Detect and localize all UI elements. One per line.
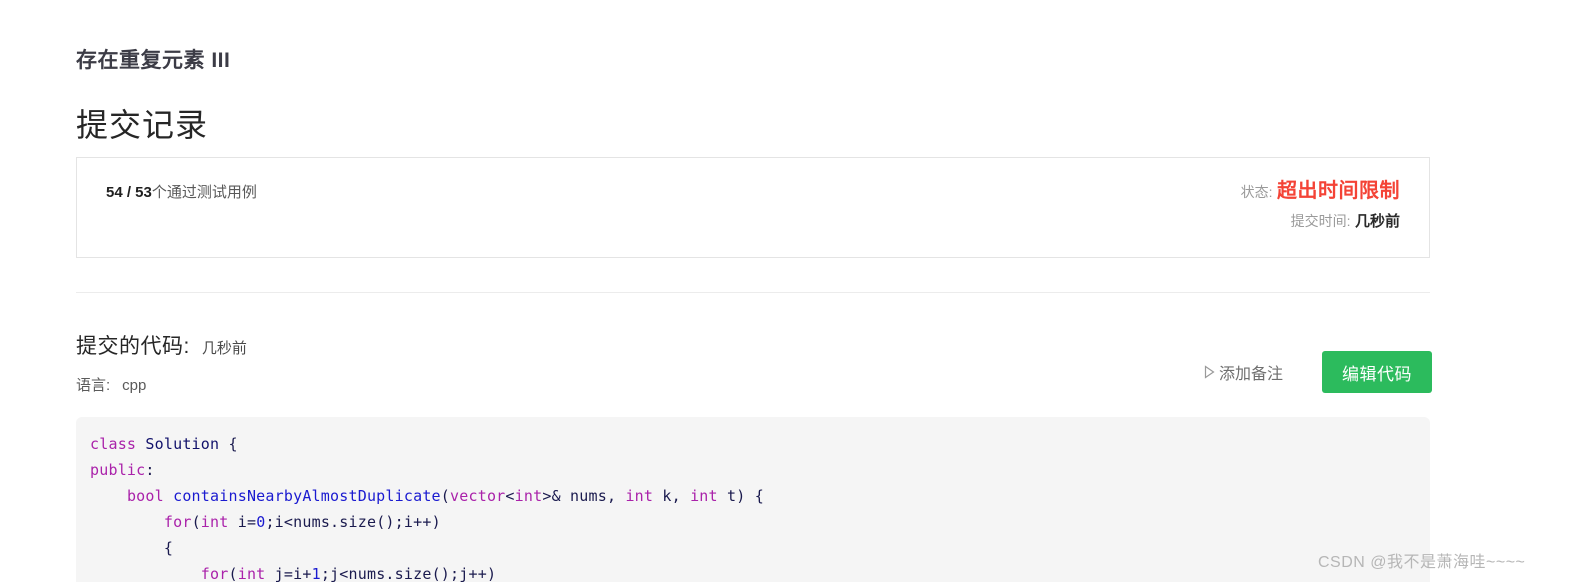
code-token: ( xyxy=(440,487,451,505)
triangle-right-icon xyxy=(1204,365,1215,379)
code-token: Solution xyxy=(145,435,229,453)
page-heading: 提交记录 xyxy=(76,107,209,143)
code-token: vector xyxy=(450,487,506,505)
code-token: int xyxy=(625,487,654,505)
code-line: for(int j=i+1;j<nums.size();j++) xyxy=(90,561,1430,582)
code-section-title: 提交的代码: xyxy=(76,335,190,358)
code-token: for xyxy=(163,513,192,531)
code-token: class xyxy=(90,435,146,453)
edit-code-button[interactable]: 编辑代码 xyxy=(1322,351,1432,393)
code-token: int xyxy=(200,513,229,531)
code-token: int xyxy=(690,487,718,505)
submission-status-card: 54 / 53个通过测试用例 状态: 超出时间限制 提交时间: 几秒前 xyxy=(76,157,1430,258)
language-row: 语言: cpp xyxy=(76,374,146,395)
code-line: bool containsNearbyAlmostDuplicate(vecto… xyxy=(90,483,1430,509)
submit-time-row: 提交时间: 几秒前 xyxy=(1241,207,1400,236)
code-token: ;j<nums.size();j++) xyxy=(320,565,497,582)
code-token: j=i+ xyxy=(265,565,312,582)
submission-detail-page: 存在重复元素 III 提交记录 54 / 53个通过测试用例 状态: 超出时间限… xyxy=(0,0,1579,582)
code-token: t) { xyxy=(717,487,764,505)
code-token: k, xyxy=(653,487,691,505)
code-section-header: 提交的代码: 几秒前 xyxy=(76,330,247,360)
language-label: 语言: xyxy=(76,377,111,394)
code-token: >& nums, xyxy=(542,487,626,505)
code-viewer[interactable]: class Solution {public: bool containsNea… xyxy=(76,417,1430,582)
status-summary: 状态: 超出时间限制 提交时间: 几秒前 xyxy=(1241,177,1400,236)
section-divider xyxy=(76,292,1430,293)
code-token: i= xyxy=(228,513,257,531)
code-submitted-time: 几秒前 xyxy=(201,340,247,357)
code-token: for xyxy=(200,565,229,582)
code-line: { xyxy=(90,535,1430,561)
testcase-label: 个通过测试用例 xyxy=(151,184,257,201)
code-token: ( xyxy=(228,565,238,582)
watermark: CSDN @我不是萧海哇~~~~ xyxy=(1318,554,1526,571)
code-token: bool xyxy=(126,487,174,505)
status-badge: 超出时间限制 xyxy=(1277,180,1400,202)
code-token: public xyxy=(90,461,146,479)
testcase-result: 54 / 53个通过测试用例 xyxy=(106,181,257,202)
code-token: int xyxy=(514,487,543,505)
code-line: public: xyxy=(90,457,1430,483)
problem-title: 存在重复元素 III xyxy=(76,49,231,72)
code-token: ( xyxy=(191,513,201,531)
code-token: { xyxy=(90,539,174,557)
code-token: { xyxy=(228,435,238,453)
code-token: 1 xyxy=(311,565,321,582)
status-label: 状态: xyxy=(1240,184,1273,200)
code-token: containsNearbyAlmostDuplicate xyxy=(173,487,441,505)
code-token: ;i<nums.size();i++) xyxy=(265,513,441,531)
language-value: cpp xyxy=(122,377,147,394)
code-line: for(int i=0;i<nums.size();i++) xyxy=(90,509,1430,535)
code-line: class Solution { xyxy=(90,431,1430,457)
code-token: < xyxy=(505,487,515,505)
submit-time-label: 提交时间: xyxy=(1290,213,1351,229)
testcase-count: 54 / 53 xyxy=(106,184,152,201)
status-row: 状态: 超出时间限制 xyxy=(1241,177,1400,207)
code-content: class Solution {public: bool containsNea… xyxy=(76,417,1430,582)
add-note-button[interactable]: 添加备注 xyxy=(1204,360,1283,384)
code-token: : xyxy=(145,461,155,479)
code-token: int xyxy=(237,565,266,582)
add-note-label: 添加备注 xyxy=(1219,366,1284,383)
submit-time-value: 几秒前 xyxy=(1354,213,1400,230)
